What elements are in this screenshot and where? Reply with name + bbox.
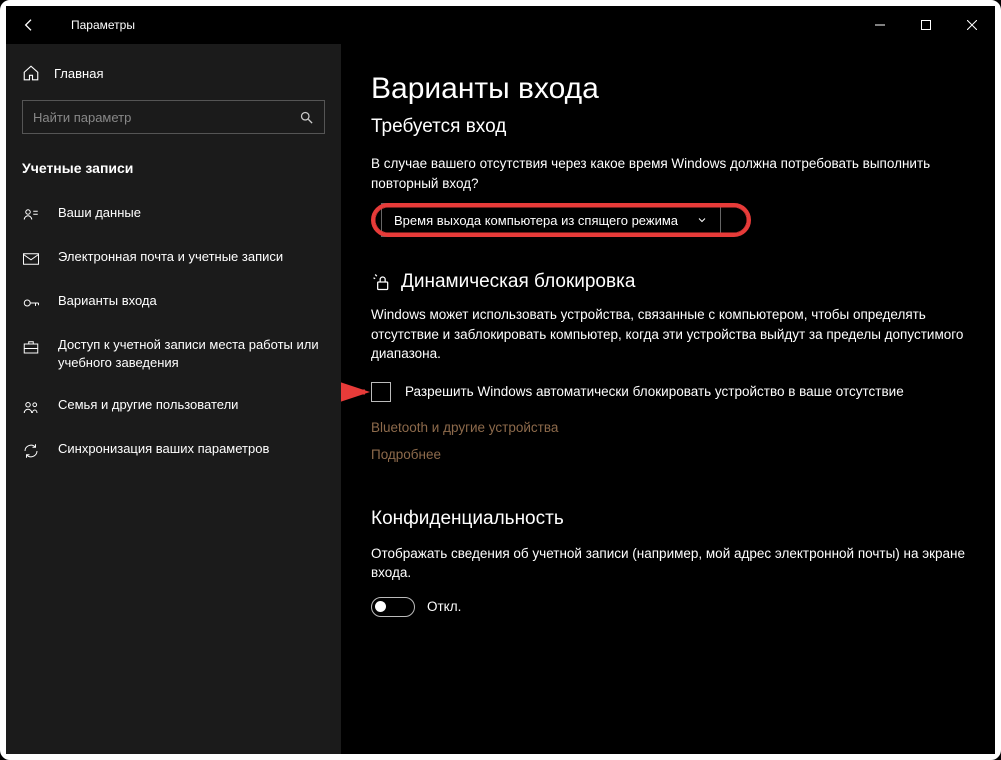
sidebar-home[interactable]: Главная xyxy=(6,54,341,100)
dynamic-lock-icon xyxy=(371,272,391,292)
search-icon xyxy=(299,110,314,125)
mail-icon xyxy=(22,250,40,268)
toggle-knob xyxy=(375,601,386,612)
dynamic-lock-heading: Динамическая блокировка xyxy=(401,271,635,293)
main-content: Варианты входа Требуется вход В случае в… xyxy=(341,44,995,754)
dynamic-lock-checkbox-label: Разрешить Windows автоматически блокиров… xyxy=(405,382,904,402)
titlebar: Параметры xyxy=(6,6,995,44)
sidebar-item-label: Варианты входа xyxy=(58,292,157,310)
close-button[interactable] xyxy=(949,6,995,44)
sidebar: Главная Учетные записи Ваши данные Элект… xyxy=(6,44,341,754)
dynamic-lock-checkbox[interactable] xyxy=(371,382,391,402)
page-title: Варианты входа xyxy=(371,72,965,106)
sidebar-item-family[interactable]: Семья и другие пользователи xyxy=(6,384,341,428)
dynamic-lock-heading-row: Динамическая блокировка xyxy=(371,271,965,293)
sidebar-section-label: Учетные записи xyxy=(6,156,341,192)
window-controls xyxy=(857,6,995,44)
privacy-toggle[interactable] xyxy=(371,597,415,617)
sidebar-home-label: Главная xyxy=(54,66,103,81)
sidebar-item-your-info[interactable]: Ваши данные xyxy=(6,192,341,236)
learn-more-link[interactable]: Подробнее xyxy=(371,447,965,462)
privacy-toggle-label: Откл. xyxy=(427,599,461,614)
dropdown-highlight: Время выхода компьютера из спящего режим… xyxy=(371,203,751,237)
arrow-left-icon xyxy=(21,17,37,33)
your-info-icon xyxy=(22,206,40,224)
sidebar-item-label: Синхронизация ваших параметров xyxy=(58,440,269,458)
home-icon xyxy=(22,64,40,82)
minimize-button[interactable] xyxy=(857,6,903,44)
close-icon xyxy=(967,20,977,30)
sidebar-item-sync[interactable]: Синхронизация ваших параметров xyxy=(6,428,341,472)
people-icon xyxy=(22,398,40,416)
dynamic-lock-checkbox-row: Разрешить Windows автоматически блокиров… xyxy=(371,382,965,402)
sidebar-item-label: Электронная почта и учетные записи xyxy=(58,248,283,266)
sidebar-item-signin-options[interactable]: Варианты входа xyxy=(6,280,341,324)
sidebar-item-email-accounts[interactable]: Электронная почта и учетные записи xyxy=(6,236,341,280)
bluetooth-link[interactable]: Bluetooth и другие устройства xyxy=(371,420,965,435)
chevron-down-icon xyxy=(696,214,708,226)
sidebar-item-label: Доступ к учетной записи места работы или… xyxy=(58,336,325,372)
privacy-toggle-row: Откл. xyxy=(371,597,965,617)
search-wrap xyxy=(22,100,325,134)
maximize-icon xyxy=(921,20,931,30)
sidebar-item-label: Семья и другие пользователи xyxy=(58,396,238,414)
key-icon xyxy=(22,294,40,312)
privacy-heading: Конфиденциальность xyxy=(371,508,965,530)
sync-icon xyxy=(22,442,40,460)
maximize-button[interactable] xyxy=(903,6,949,44)
back-button[interactable] xyxy=(6,6,51,44)
sidebar-item-label: Ваши данные xyxy=(58,204,141,222)
minimize-icon xyxy=(875,20,885,30)
dynamic-lock-desc: Windows может использовать устройства, с… xyxy=(371,305,965,364)
require-signin-desc: В случае вашего отсутствия через какое в… xyxy=(371,154,965,193)
require-signin-dropdown[interactable]: Время выхода компьютера из спящего режим… xyxy=(381,203,721,237)
privacy-desc: Отображать сведения об учетной записи (н… xyxy=(371,544,965,583)
search-input[interactable] xyxy=(33,110,299,125)
briefcase-icon xyxy=(22,338,40,356)
require-signin-heading: Требуется вход xyxy=(371,116,965,138)
sidebar-item-work-access[interactable]: Доступ к учетной записи места работы или… xyxy=(6,324,341,384)
search-box[interactable] xyxy=(22,100,325,134)
dropdown-value: Время выхода компьютера из спящего режим… xyxy=(394,213,678,228)
app-title: Параметры xyxy=(71,18,135,32)
